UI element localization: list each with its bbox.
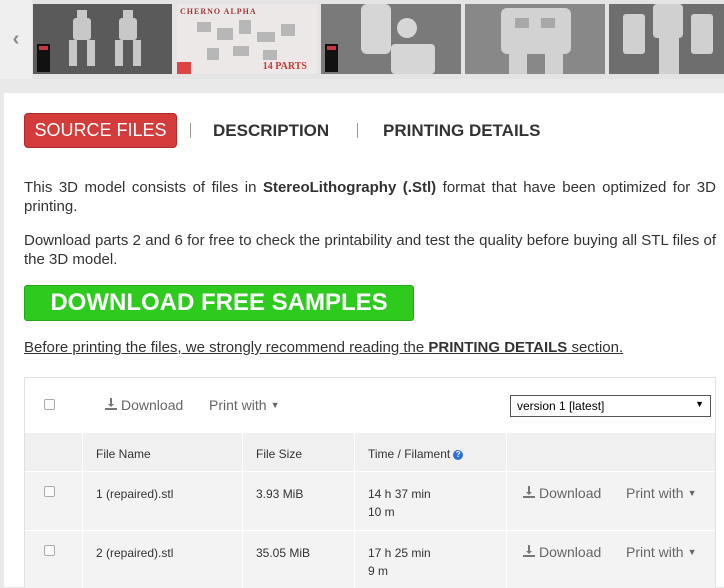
column-divider xyxy=(82,472,83,530)
column-divider xyxy=(506,531,507,588)
version-selected-value: version 1 [latest] xyxy=(517,399,605,413)
bulk-print-with-dropdown[interactable]: Print with ▼ xyxy=(209,397,280,413)
row-download-button[interactable]: Download xyxy=(523,544,601,560)
header-file-name: File Name xyxy=(96,447,151,461)
help-icon[interactable]: ? xyxy=(453,449,464,460)
download-label: Download xyxy=(121,397,184,413)
column-divider xyxy=(82,433,83,471)
recommend-bold: PRINTING DETAILS xyxy=(428,339,568,356)
column-divider xyxy=(506,433,507,471)
gallery-thumb-1[interactable] xyxy=(33,4,172,74)
download-label: Download xyxy=(539,485,602,501)
intro-paragraph: This 3D model consists of files in Stere… xyxy=(24,178,716,216)
column-divider xyxy=(506,472,507,530)
tab-bar: SOURCE FILES DESCRIPTION PRINTING DETAIL… xyxy=(24,113,724,149)
print-with-label: Print with xyxy=(209,397,267,413)
column-divider xyxy=(354,531,355,588)
gallery-thumb-5[interactable] xyxy=(609,4,724,74)
thumb-caption: CHERNO ALPHA xyxy=(180,7,257,16)
table-row: 2 (repaired).stl 35.05 MiB 17 h 25 min 9… xyxy=(25,531,715,588)
caret-down-icon: ▼ xyxy=(270,400,280,410)
intro-text: This 3D model consists of files in xyxy=(24,179,263,196)
table-toolbar: Download Print with ▼ version 1 [latest]… xyxy=(25,378,715,433)
print-time: 14 h 37 min xyxy=(368,487,431,501)
bulk-download-button[interactable]: Download xyxy=(105,397,183,413)
gallery-thumb-2[interactable]: CHERNO ALPHA 14 PARTS xyxy=(177,4,317,74)
file-name: 1 (repaired).stl xyxy=(96,487,174,501)
column-divider xyxy=(354,433,355,471)
thumb-parts-count: 14 PARTS xyxy=(262,61,307,72)
printing-details-recommendation-link[interactable]: Before printing the files, we strongly r… xyxy=(24,339,623,356)
row-print-with-dropdown[interactable]: Print with ▼ xyxy=(626,544,697,560)
version-select[interactable]: version 1 [latest] ▼ xyxy=(510,395,711,417)
column-divider xyxy=(354,472,355,530)
column-divider xyxy=(82,531,83,588)
header-time-filament: Time / Filament? xyxy=(368,447,464,461)
file-size: 35.05 MiB xyxy=(256,546,311,560)
table-row: 1 (repaired).stl 3.93 MiB 14 h 37 min 10… xyxy=(25,472,715,530)
tab-description[interactable]: DESCRIPTION xyxy=(213,113,329,148)
caret-down-icon: ▼ xyxy=(687,488,697,498)
row-checkbox[interactable] xyxy=(44,486,55,497)
file-size: 3.93 MiB xyxy=(256,487,304,501)
download-free-samples-button[interactable]: DOWNLOAD FREE SAMPLES xyxy=(24,285,414,321)
select-all-checkbox[interactable] xyxy=(44,399,55,410)
header-time-filament-label: Time / Filament xyxy=(368,447,451,461)
table-header-row: File Name File Size Time / Filament? xyxy=(25,433,715,471)
download-label: Download xyxy=(539,544,602,560)
file-name: 2 (repaired).stl xyxy=(96,546,174,560)
row-print-with-dropdown[interactable]: Print with ▼ xyxy=(626,485,697,501)
column-divider xyxy=(242,531,243,588)
column-divider xyxy=(242,472,243,530)
tab-divider xyxy=(357,123,358,138)
recommend-text: Before printing the files, we strongly r… xyxy=(24,339,429,356)
filament-length: 10 m xyxy=(368,505,395,519)
column-divider xyxy=(242,433,243,471)
caret-down-icon: ▼ xyxy=(695,399,704,409)
caret-down-icon: ▼ xyxy=(687,547,697,557)
print-with-label: Print with xyxy=(626,544,684,560)
gallery-thumb-4[interactable] xyxy=(465,4,605,74)
gallery-strip: ‹ CHERNO ALPHA 14 PARTS xyxy=(0,0,724,79)
files-table: Download Print with ▼ version 1 [latest]… xyxy=(24,377,716,588)
print-time: 17 h 25 min xyxy=(368,546,431,560)
tab-source-files[interactable]: SOURCE FILES xyxy=(24,113,177,148)
header-file-size: File Size xyxy=(256,447,303,461)
source-files-panel: SOURCE FILES DESCRIPTION PRINTING DETAIL… xyxy=(4,93,724,588)
print-with-label: Print with xyxy=(626,485,684,501)
row-download-button[interactable]: Download xyxy=(523,485,601,501)
filament-length: 9 m xyxy=(368,564,389,578)
download-icon xyxy=(523,544,535,560)
gallery-thumb-3[interactable] xyxy=(321,4,461,74)
download-icon xyxy=(105,397,117,413)
free-samples-paragraph: Download parts 2 and 6 for free to check… xyxy=(24,232,716,268)
tab-divider xyxy=(190,123,191,138)
format-name: StereoLithography (.Stl) xyxy=(262,179,437,196)
chevron-left-icon[interactable]: ‹ xyxy=(0,0,32,79)
tab-printing-details[interactable]: PRINTING DETAILS xyxy=(383,113,540,148)
recommend-text: section. xyxy=(567,339,624,356)
row-checkbox[interactable] xyxy=(44,545,55,556)
download-icon xyxy=(523,485,535,501)
